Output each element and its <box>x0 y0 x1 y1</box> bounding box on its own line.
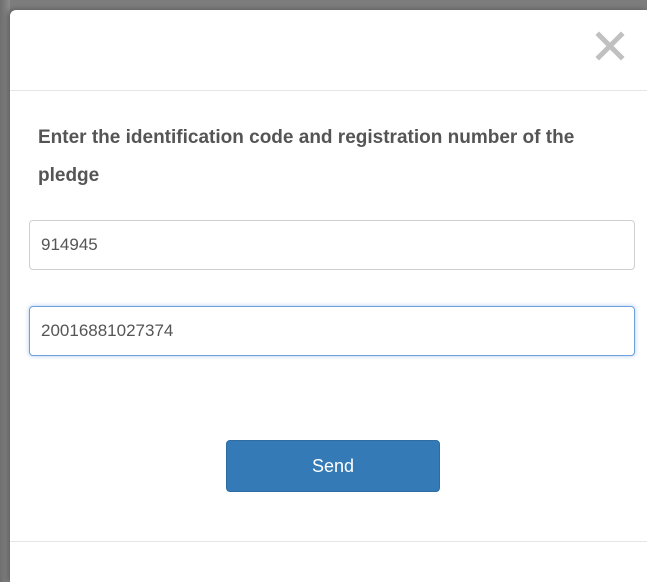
dialog-header <box>10 10 647 91</box>
send-button[interactable]: Send <box>226 440 440 492</box>
close-button[interactable] <box>590 26 630 66</box>
pledge-dialog: Enter the identification code and regist… <box>10 10 647 582</box>
identification-code-input[interactable] <box>29 220 635 270</box>
registration-number-input[interactable] <box>29 306 635 356</box>
dialog-prompt: Enter the identification code and regist… <box>38 127 575 186</box>
backdrop-shade <box>0 0 10 582</box>
footer-divider <box>10 541 647 542</box>
close-icon <box>595 31 625 61</box>
